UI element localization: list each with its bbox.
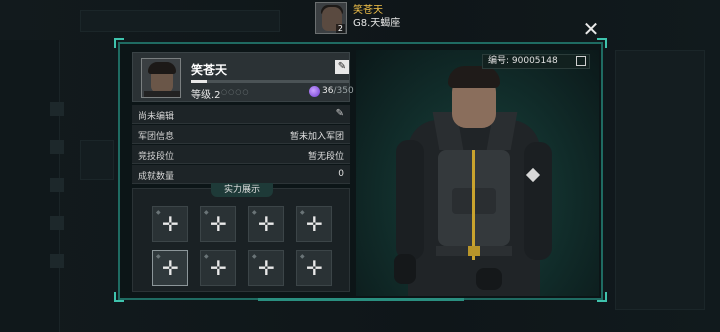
background-ghost-panel xyxy=(615,50,705,310)
profile-left-column: 笑苍天 ✎ 等级.2 ○○○○ 36/350 尚未编辑 ✎ 军团信息 暂未加入军… xyxy=(130,50,354,296)
xp-progress-track xyxy=(191,80,349,83)
character-left-hand xyxy=(394,254,416,284)
panel-corner xyxy=(114,38,124,48)
info-row-rank[interactable]: 竞技段位 暂无段位 xyxy=(132,145,350,164)
energy-counter: 36/350 xyxy=(322,86,354,96)
player-id-tag: 编号: 90005148 xyxy=(482,54,590,69)
info-row-signature[interactable]: 尚未编辑 ✎ xyxy=(132,105,350,124)
level-dots: ○○○○ xyxy=(221,88,250,96)
power-display-box: 实力展示 ◆ ✛ ◆ ✛ ◆ ✛ ◆ ✛ ◆ ✛ ◆ ✛ ◆ ✛ ◆ ✛ xyxy=(132,183,350,292)
power-slot[interactable]: ◆ ✛ xyxy=(152,206,188,242)
background-sidebar xyxy=(0,40,64,332)
slot-corner-mark: ◆ xyxy=(300,253,305,260)
background-ghost-panel xyxy=(80,140,114,180)
profile-card: 笑苍天 ✎ 等级.2 ○○○○ 36/350 xyxy=(132,52,354,102)
power-display-title: 实力展示 xyxy=(211,183,273,197)
energy-max: /350 xyxy=(333,86,354,96)
top-player-server: G8.天蝎座 xyxy=(353,18,401,29)
copy-icon[interactable] xyxy=(576,56,586,66)
character-belt-buckle xyxy=(468,246,480,256)
background-block xyxy=(50,178,64,192)
level-text: 等级.2 xyxy=(191,90,221,101)
close-icon[interactable]: ✕ xyxy=(580,18,602,40)
background-block xyxy=(50,216,64,230)
plus-icon: ✛ xyxy=(162,212,179,236)
profile-avatar[interactable] xyxy=(141,58,181,98)
power-slot[interactable]: ◆ ✛ xyxy=(248,250,284,286)
profile-name: 笑苍天 xyxy=(191,63,228,77)
slot-corner-mark: ◆ xyxy=(300,209,305,216)
info-row-label: 尚未编辑 xyxy=(138,112,175,122)
character-showcase xyxy=(356,50,599,296)
plus-icon: ✛ xyxy=(162,256,179,280)
character-zipper-accent xyxy=(472,150,475,260)
info-row-label: 竞技段位 xyxy=(138,152,175,162)
plus-icon: ✛ xyxy=(258,256,275,280)
plus-icon: ✛ xyxy=(258,212,275,236)
panel-bottom-accent xyxy=(258,298,464,301)
edit-icon[interactable]: ✎ xyxy=(336,108,344,119)
info-row-label: 军团信息 xyxy=(138,132,175,142)
slot-corner-mark: ◆ xyxy=(252,253,257,260)
plus-icon: ✛ xyxy=(306,212,323,236)
plus-icon: ✛ xyxy=(210,212,227,236)
avatar-body xyxy=(144,91,180,97)
power-slot[interactable]: ◆ ✛ xyxy=(152,250,188,286)
background-block xyxy=(50,140,64,154)
background-ghost-panel xyxy=(80,10,280,32)
top-player-info: 笑苍天 G8.天蝎座 xyxy=(353,2,400,31)
energy-current: 36 xyxy=(322,86,334,96)
edit-icon[interactable]: ✎ xyxy=(335,60,349,74)
character-right-arm xyxy=(524,142,552,260)
panel-corner xyxy=(597,38,607,48)
plus-icon: ✛ xyxy=(210,256,227,280)
power-slot[interactable]: ◆ ✛ xyxy=(296,250,332,286)
info-row-value: 0 xyxy=(338,169,344,179)
background-block xyxy=(50,102,64,116)
slot-corner-mark: ◆ xyxy=(156,209,161,216)
top-player-bar: 2 笑苍天 G8.天蝎座 xyxy=(315,2,400,36)
avatar-hair xyxy=(148,62,176,74)
xp-progress-fill xyxy=(191,80,207,83)
power-slot[interactable]: ◆ ✛ xyxy=(200,250,236,286)
character-hair xyxy=(448,66,500,88)
slot-corner-mark: ◆ xyxy=(204,253,209,260)
character-right-hand xyxy=(476,268,502,290)
power-slot[interactable]: ◆ ✛ xyxy=(296,206,332,242)
top-avatar-level: 2 xyxy=(335,24,345,33)
top-avatar[interactable]: 2 xyxy=(315,2,347,34)
background-block xyxy=(50,254,64,268)
slot-corner-mark: ◆ xyxy=(204,209,209,216)
power-slot[interactable]: ◆ ✛ xyxy=(200,206,236,242)
slot-corner-mark: ◆ xyxy=(156,253,161,260)
info-row-achievements[interactable]: 成就数量 0 xyxy=(132,165,350,184)
info-row-value: 暂无段位 xyxy=(307,152,344,162)
info-row-legion[interactable]: 军团信息 暂未加入军团 xyxy=(132,125,350,144)
character-left-arm xyxy=(396,140,424,260)
power-slot[interactable]: ◆ ✛ xyxy=(248,206,284,242)
energy-orb-icon xyxy=(309,86,320,97)
info-row-label: 成就数量 xyxy=(138,172,175,182)
panel-corner xyxy=(114,292,124,302)
top-player-name: 笑苍天 xyxy=(353,5,383,16)
plus-icon: ✛ xyxy=(306,256,323,280)
slot-corner-mark: ◆ xyxy=(252,209,257,216)
info-row-value: 暂未加入军团 xyxy=(289,132,344,142)
